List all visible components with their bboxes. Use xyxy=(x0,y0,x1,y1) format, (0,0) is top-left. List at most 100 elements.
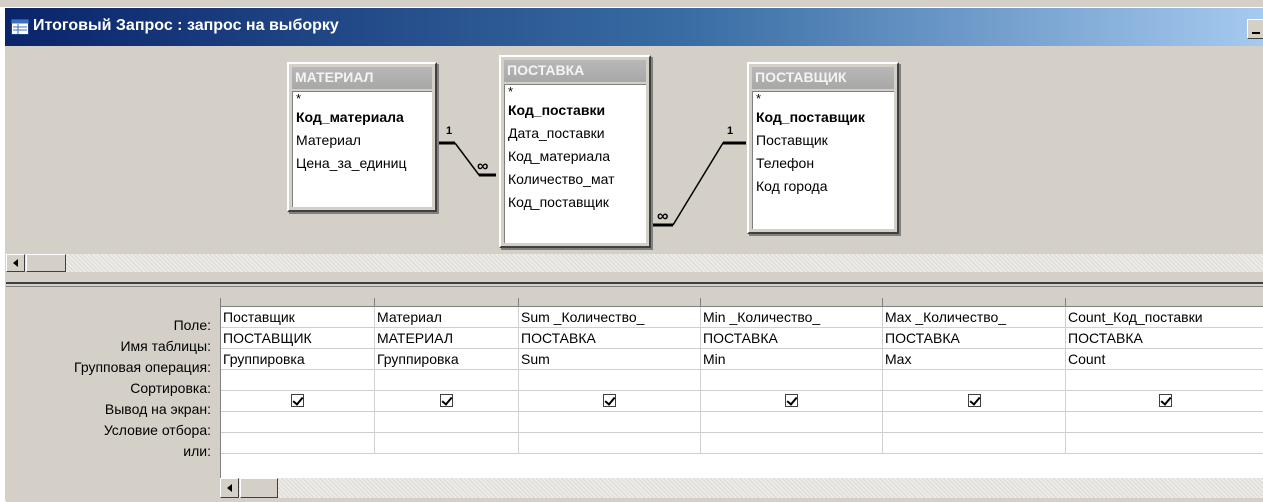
grid-horizontal-scrollbar[interactable] xyxy=(220,478,1263,498)
row-label-group: Групповая операция: xyxy=(74,359,211,375)
field-cell[interactable]: Count_Код_поставки xyxy=(1066,307,1263,328)
table-cell[interactable]: ПОСТАВКА xyxy=(1066,328,1263,349)
or-cell[interactable] xyxy=(1066,433,1263,454)
arrow-left-icon xyxy=(13,259,18,267)
row-label-show: Вывод на экран: xyxy=(104,401,211,417)
field-item-all[interactable]: * xyxy=(293,92,432,106)
show-cell[interactable] xyxy=(701,391,883,412)
show-checkbox[interactable] xyxy=(1158,394,1172,407)
sort-cell[interactable] xyxy=(221,370,375,391)
criteria-cell[interactable] xyxy=(1066,412,1263,433)
column-selector[interactable] xyxy=(519,298,701,307)
query-design-grid-area: Поле: Имя таблицы: Групповая операция: С… xyxy=(6,290,1263,502)
row-label-or: или: xyxy=(183,443,211,459)
field-item[interactable]: Код города xyxy=(753,175,894,198)
column-selector[interactable] xyxy=(883,298,1066,307)
scroll-left-button[interactable] xyxy=(220,478,239,498)
sort-cell[interactable] xyxy=(375,370,519,391)
field-item[interactable]: Код_поставщик xyxy=(753,106,894,129)
or-cell[interactable] xyxy=(701,433,883,454)
row-label-field: Поле: xyxy=(173,317,211,333)
or-cell[interactable] xyxy=(519,433,701,454)
sort-cell[interactable] xyxy=(519,370,701,391)
one-label: 1 xyxy=(727,125,733,137)
field-item[interactable]: Цена_за_единиц xyxy=(293,152,432,175)
one-label: 1 xyxy=(446,125,452,137)
sort-cell[interactable] xyxy=(1066,370,1263,391)
sort-cell[interactable] xyxy=(701,370,883,391)
column-selector[interactable] xyxy=(1066,298,1263,307)
group-operation-cell[interactable]: Sum xyxy=(519,349,701,370)
or-cell[interactable] xyxy=(883,433,1066,454)
field-cell[interactable]: Поставщик xyxy=(221,307,375,328)
field-item-all[interactable]: * xyxy=(753,92,894,106)
field-cell[interactable]: Max _Количество_ xyxy=(883,307,1066,328)
scroll-thumb[interactable] xyxy=(240,478,278,498)
field-item[interactable]: Код_поставки xyxy=(505,99,646,122)
show-checkbox[interactable] xyxy=(291,394,304,407)
show-cell[interactable] xyxy=(221,391,375,412)
criteria-cell[interactable] xyxy=(701,412,883,433)
show-checkbox[interactable] xyxy=(967,394,981,407)
column-selector[interactable] xyxy=(375,298,519,307)
show-cell[interactable] xyxy=(519,391,701,412)
table-title[interactable]: ПОСТАВКА xyxy=(504,60,646,82)
table-title[interactable]: ПОСТАВЩИК xyxy=(752,67,894,89)
row-label-sort: Сортировка: xyxy=(130,380,211,396)
table-title[interactable]: МАТЕРИАЛ xyxy=(292,67,432,89)
field-cell[interactable]: Материал xyxy=(375,307,519,328)
field-item[interactable]: Код_материала xyxy=(293,106,432,129)
show-cell[interactable] xyxy=(375,391,519,412)
field-list: * Код_поставки Дата_поставки Код_материа… xyxy=(504,84,646,243)
table-box-supply[interactable]: ПОСТАВКА * Код_поставки Дата_поставки Ко… xyxy=(499,55,651,248)
table-cell[interactable]: ПОСТАВКА xyxy=(883,328,1066,349)
field-item-all[interactable]: * xyxy=(505,85,646,99)
field-cell[interactable]: Sum _Количество_ xyxy=(519,307,701,328)
sort-cell[interactable] xyxy=(883,370,1066,391)
field-item[interactable]: Телефон xyxy=(753,152,894,175)
show-checkbox[interactable] xyxy=(785,394,798,407)
arrow-left-icon xyxy=(227,484,232,492)
row-label-table: Имя таблицы: xyxy=(120,338,211,354)
upper-horizontal-scrollbar[interactable] xyxy=(6,254,1263,272)
or-cell[interactable] xyxy=(375,433,519,454)
group-operation-cell[interactable]: Count xyxy=(1066,349,1263,370)
group-operation-cell[interactable]: Max xyxy=(883,349,1066,370)
table-cell[interactable]: МАТЕРИАЛ xyxy=(375,328,519,349)
table-box-material[interactable]: МАТЕРИАЛ * Код_материала Материал Цена_з… xyxy=(287,62,437,212)
column-selector[interactable] xyxy=(701,298,883,307)
table-cell[interactable]: ПОСТАВЩИК xyxy=(221,328,375,349)
field-item[interactable]: Код_материала xyxy=(505,145,646,168)
group-operation-cell[interactable]: Min xyxy=(701,349,883,370)
query-window: Итоговый Запрос : запрос на выборку 1 ∞ … xyxy=(4,7,1263,502)
field-item[interactable]: Дата_поставки xyxy=(505,122,646,145)
field-cell[interactable]: Min _Количество_ xyxy=(701,307,883,328)
pane-splitter[interactable] xyxy=(6,274,1263,290)
scroll-left-button[interactable] xyxy=(6,254,25,272)
field-item[interactable]: Поставщик xyxy=(753,129,894,152)
or-cell[interactable] xyxy=(221,433,375,454)
show-checkbox[interactable] xyxy=(603,394,616,407)
field-item[interactable]: Код_поставщик xyxy=(505,191,646,214)
show-checkbox[interactable] xyxy=(440,394,453,407)
show-cell[interactable] xyxy=(883,391,1066,412)
field-list: * Код_поставщик Поставщик Телефон Код го… xyxy=(752,91,894,229)
table-cell[interactable]: ПОСТАВКА xyxy=(519,328,701,349)
criteria-cell[interactable] xyxy=(883,412,1066,433)
table-box-supplier[interactable]: ПОСТАВЩИК * Код_поставщик Поставщик Теле… xyxy=(747,62,899,234)
field-list: * Код_материала Материал Цена_за_единиц xyxy=(292,91,432,207)
row-label-criteria: Условие отбора: xyxy=(103,422,211,438)
criteria-cell[interactable] xyxy=(221,412,375,433)
criteria-cell[interactable] xyxy=(375,412,519,433)
table-cell[interactable]: ПОСТАВКА xyxy=(701,328,883,349)
many-label: ∞ xyxy=(657,208,668,225)
group-operation-cell[interactable]: Группировка xyxy=(375,349,519,370)
scroll-thumb[interactable] xyxy=(26,254,66,272)
show-cell[interactable] xyxy=(1066,391,1263,412)
criteria-cell[interactable] xyxy=(519,412,701,433)
field-item[interactable]: Количество_мат xyxy=(505,168,646,191)
group-operation-cell[interactable]: Группировка xyxy=(221,349,375,370)
many-label: ∞ xyxy=(477,158,488,175)
column-selector[interactable] xyxy=(221,298,375,307)
field-item[interactable]: Материал xyxy=(293,129,432,152)
